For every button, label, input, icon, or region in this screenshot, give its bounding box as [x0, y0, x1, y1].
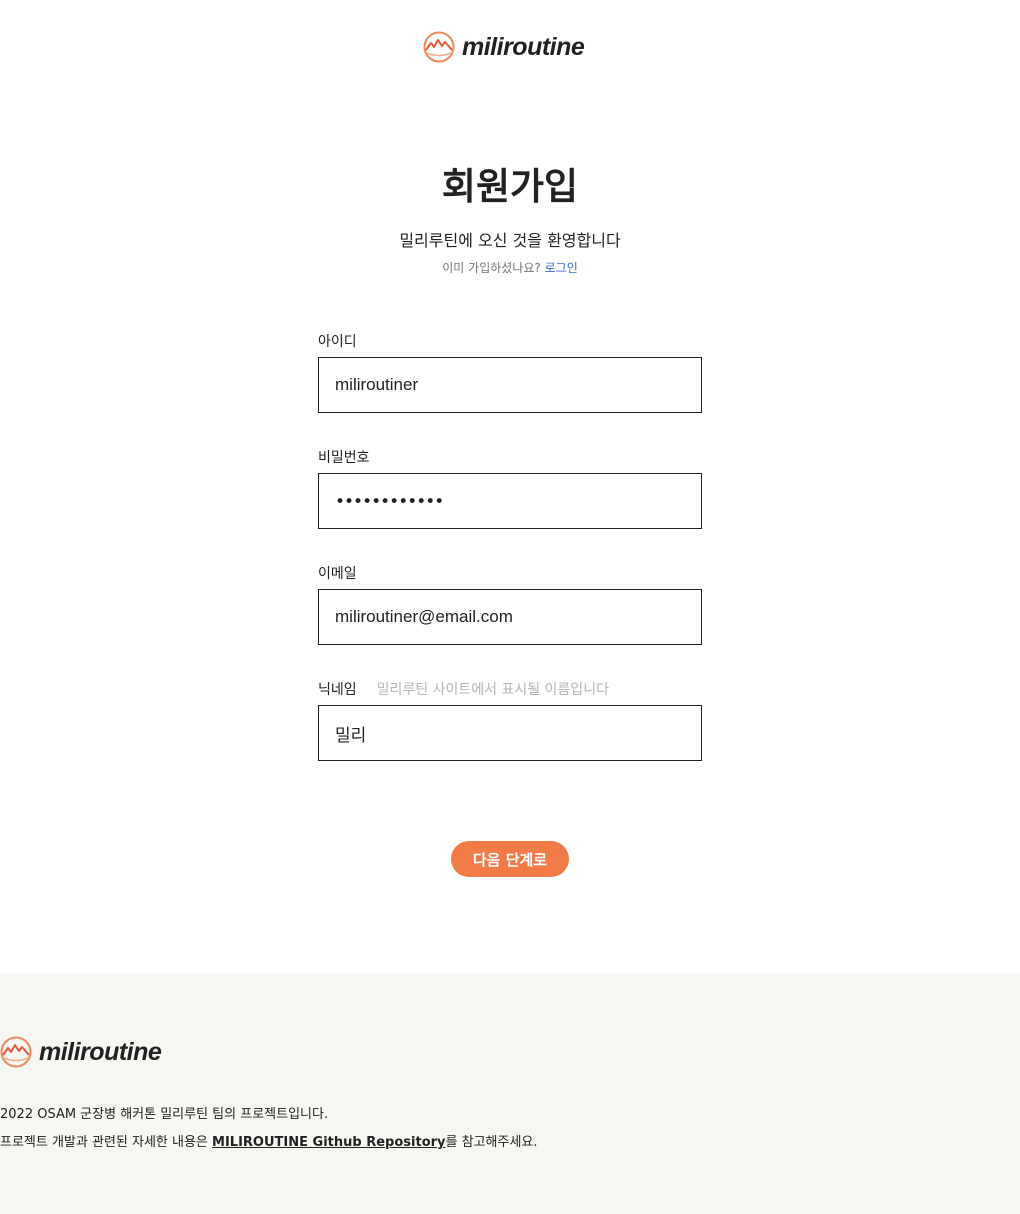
login-prompt-text: 이미 가입하셨나요?	[442, 261, 541, 275]
nickname-label-row: 닉네임 밀리루틴 사이트에서 표시될 이름입니다	[318, 679, 609, 699]
username-input[interactable]	[318, 357, 702, 413]
page-title: 회원가입	[441, 165, 579, 208]
footer-line-2-prefix: 프로젝트 개발과 관련된 자세한 내용은	[0, 1135, 213, 1150]
mountain-sun-logo-icon	[423, 31, 455, 63]
footer-line-1: 2022 OSAM 군장병 해커톤 밀리루틴 팀의 프로젝트입니다.	[0, 1107, 329, 1122]
footer-line-2: 프로젝트 개발과 관련된 자세한 내용은 MILIROUTINE Github …	[0, 1131, 538, 1150]
email-input[interactable]	[318, 589, 702, 645]
login-link[interactable]: 로그인	[545, 261, 578, 275]
footer-logo-text: miliroutine	[39, 1037, 162, 1066]
footer-logo[interactable]: miliroutine	[0, 1036, 162, 1068]
nickname-input[interactable]	[318, 705, 702, 761]
header-logo[interactable]: miliroutine	[423, 31, 585, 63]
next-step-button[interactable]: 다음 단계로	[451, 841, 569, 877]
github-repo-link[interactable]: MILIROUTINE Github Repository	[212, 1135, 445, 1150]
password-label: 비밀번호	[318, 450, 370, 466]
nickname-label: 닉네임	[318, 682, 357, 698]
welcome-message: 밀리루틴에 오신 것을 환영합니다	[399, 231, 621, 250]
login-prompt-line: 이미 가입하셨나요? 로그인	[0, 259, 1020, 276]
footer-line-2-suffix: 를 참고해주세요.	[445, 1135, 538, 1150]
footer: miliroutine 2022 OSAM 군장병 해커톤 밀리루틴 팀의 프로…	[0, 973, 1020, 1214]
email-label: 이메일	[318, 566, 357, 582]
password-input[interactable]	[318, 473, 702, 529]
mountain-sun-logo-icon	[0, 1036, 32, 1068]
username-label: 아이디	[318, 334, 357, 350]
nickname-hint: 밀리루틴 사이트에서 표시될 이름입니다	[376, 682, 609, 698]
logo-text: miliroutine	[462, 32, 585, 61]
